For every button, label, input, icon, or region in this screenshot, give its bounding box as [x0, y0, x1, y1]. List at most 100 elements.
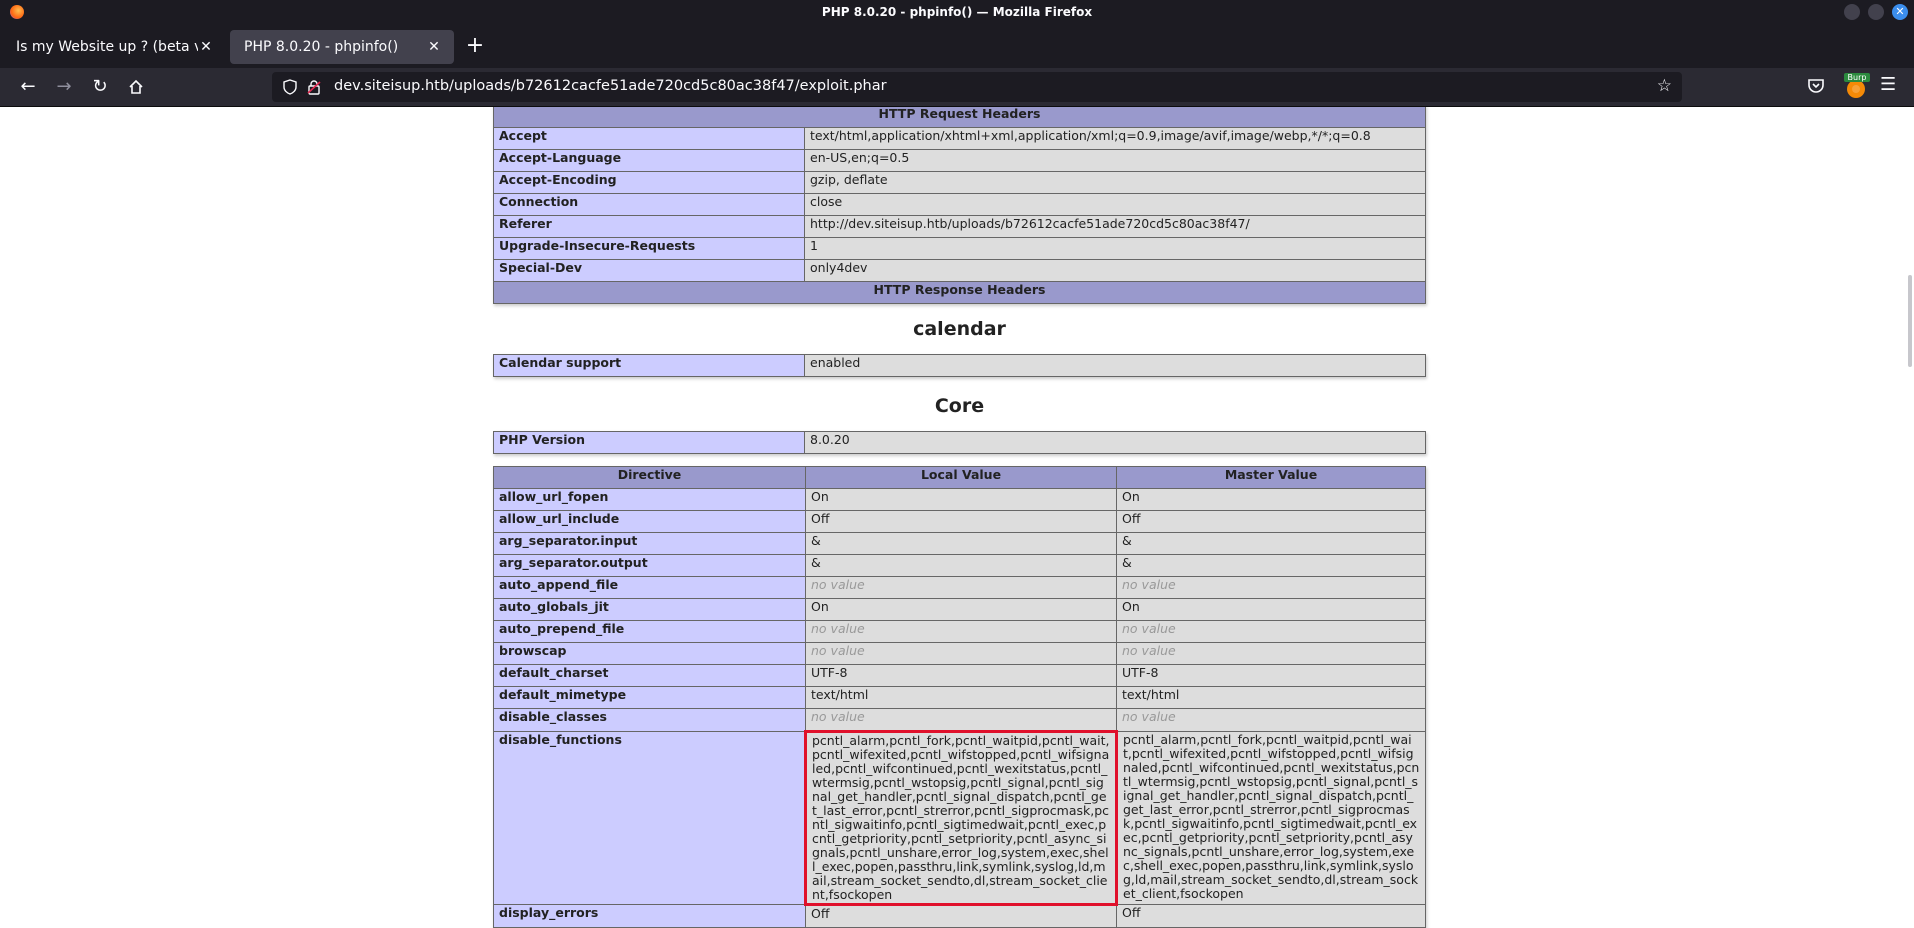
page-content: HTTP Request Headers Accept text/html,app… — [0, 107, 1914, 928]
directive-master-value: UTF-8 — [1116, 664, 1426, 687]
local-value-text: & — [811, 533, 821, 548]
core-heading: Core — [934, 395, 985, 417]
request-header-value: text/html,application/xhtml+xml,applicat… — [804, 127, 1426, 150]
local-value-text: UTF-8 — [811, 665, 848, 680]
directive-master-value: On — [1116, 488, 1426, 511]
home-icon[interactable] — [122, 74, 150, 100]
window-close-icon[interactable]: ✕ — [1892, 4, 1908, 20]
directive-key: auto_prepend_file — [493, 620, 806, 643]
local-value-text: text/html — [811, 687, 869, 702]
directive-key: default_charset — [493, 664, 806, 687]
local-value-text: no value — [811, 577, 865, 592]
directive-local-value: text/html — [805, 686, 1117, 709]
bookmark-star-icon[interactable]: ☆ — [1657, 76, 1672, 96]
address-bar[interactable]: dev.siteisup.htb/uploads/b72612cacfe51ad… — [272, 72, 1682, 102]
local-value-text: On — [811, 599, 829, 614]
tab-label: Is my Website up ? (beta version) — [16, 39, 198, 55]
directive-row-disable-classes: disable_classes no value no value — [493, 708, 1426, 732]
burp-extension-icon[interactable]: Burp — [1844, 73, 1870, 99]
directive-local-value: On — [805, 598, 1117, 621]
reload-icon[interactable]: ↻ — [86, 74, 114, 100]
hamburger-menu-icon[interactable]: ☰ — [1880, 74, 1896, 95]
master-value-text: no value — [1122, 621, 1176, 636]
master-value-text: pcntl_alarm,pcntl_fork,pcntl_waitpid,pcn… — [1123, 732, 1420, 901]
request-headers-table: HTTP Request Headers Accept text/html,app… — [493, 107, 1426, 304]
directive-key: disable_functions — [493, 731, 806, 905]
request-header-value: http://dev.siteisup.htb/uploads/b72612ca… — [804, 215, 1426, 238]
master-value-text: Off — [1122, 511, 1141, 526]
phpinfo-page: HTTP Request Headers Accept text/html,app… — [493, 107, 1426, 928]
scrollbar-thumb[interactable] — [1908, 275, 1912, 367]
master-value-text: On — [1122, 489, 1140, 504]
request-header-value: only4dev — [804, 259, 1426, 282]
request-header-row: Accept text/html,application/xhtml+xml,ap… — [493, 127, 1426, 150]
directive-master-value: On — [1116, 598, 1426, 621]
local-value-text: Off — [811, 511, 830, 526]
forward-arrow-icon[interactable]: → — [50, 74, 78, 100]
request-header-row: Connection close — [493, 193, 1426, 216]
directive-local-value: UTF-8 — [805, 664, 1117, 687]
window-title: PHP 8.0.20 - phpinfo() — Mozilla Firefox — [821, 5, 1093, 19]
directive-local-value: no value — [805, 708, 1117, 732]
directive-row-auto-globals-jit: auto_globals_jit On On — [493, 598, 1426, 621]
directive-row-disable-functions: disable_functions pcntl_alarm,pcntl_fork,… — [493, 730, 1426, 906]
master-value-text: text/html — [1122, 687, 1180, 702]
directive-master-value: & — [1116, 532, 1426, 555]
directive-local-value: On — [805, 488, 1117, 511]
directive-key: browscap — [493, 642, 806, 665]
request-header-row: Accept-Encoding gzip, deflate — [493, 171, 1426, 194]
local-value-text: Off — [811, 906, 830, 921]
tab-phpinfo[interactable]: PHP 8.0.20 - phpinfo() ✕ — [230, 30, 454, 64]
tab-close-icon[interactable]: ✕ — [198, 39, 214, 55]
response-headers-title: HTTP Response Headers — [493, 281, 1426, 304]
url-text[interactable]: dev.siteisup.htb/uploads/b72612cacfe51ad… — [334, 78, 887, 94]
master-value-text: On — [1122, 599, 1140, 614]
directive-master-value: no value — [1116, 620, 1426, 643]
minimize-icon[interactable] — [1844, 4, 1860, 20]
directive-master-value: no value — [1116, 642, 1426, 665]
insecure-lock-icon[interactable] — [306, 79, 322, 95]
master-value-text: no value — [1122, 643, 1176, 658]
directive-key: arg_separator.output — [493, 554, 806, 577]
tab-close-icon[interactable]: ✕ — [426, 39, 442, 55]
col-directive: Directive — [493, 466, 806, 489]
tab-strip: Is my Website up ? (beta version) ✕ PHP … — [0, 24, 1914, 68]
directive-row-arg-separator-output: arg_separator.output & & — [493, 554, 1426, 577]
directive-row-default-charset: default_charset UTF-8 UTF-8 — [493, 664, 1426, 687]
tab-label: PHP 8.0.20 - phpinfo() — [244, 39, 399, 55]
core-directives-table: Directive Local Value Master Value allow… — [493, 466, 1426, 928]
directive-key: allow_url_include — [493, 510, 806, 533]
request-header-key: Connection — [493, 193, 805, 216]
directive-row-display-errors: display_errors Off Off — [493, 904, 1426, 928]
request-header-value: 1 — [804, 237, 1426, 260]
local-value-text: no value — [811, 643, 865, 658]
maximize-icon[interactable] — [1868, 4, 1884, 20]
master-value-text: Off — [1122, 905, 1141, 920]
tab-is-my-website-up[interactable]: Is my Website up ? (beta version) ✕ — [2, 30, 226, 64]
directive-master-value: text/html — [1116, 686, 1426, 709]
page-scrollbar[interactable] — [1904, 107, 1914, 928]
request-header-value: gzip, deflate — [804, 171, 1426, 194]
php-version-key: PHP Version — [493, 431, 805, 454]
new-tab-icon[interactable]: + — [462, 34, 488, 60]
calendar-support-key: Calendar support — [493, 354, 805, 377]
tracking-shield-icon[interactable] — [282, 79, 298, 95]
request-header-key: Accept — [493, 127, 805, 150]
directive-local-value: no value — [805, 642, 1117, 665]
calendar-support-value: enabled — [804, 354, 1426, 377]
col-local-value: Local Value — [805, 466, 1117, 489]
request-header-row: Referer http://dev.siteisup.htb/uploads/b… — [493, 215, 1426, 238]
php-version-value: 8.0.20 — [804, 431, 1426, 454]
master-value-text: UTF-8 — [1122, 665, 1159, 680]
directive-master-value: no value — [1116, 708, 1426, 732]
local-value-text: On — [811, 489, 829, 504]
pocket-icon[interactable] — [1806, 76, 1826, 96]
directive-key: allow_url_fopen — [493, 488, 806, 511]
local-value-text: pcntl_alarm,pcntl_fork,pcntl_waitpid,pcn… — [812, 733, 1110, 902]
directive-key: auto_globals_jit — [493, 598, 806, 621]
directive-row-default-mimetype: default_mimetype text/html text/html — [493, 686, 1426, 709]
directive-master-value: & — [1116, 554, 1426, 577]
back-arrow-icon[interactable]: ← — [14, 74, 42, 100]
request-header-key: Upgrade-Insecure-Requests — [493, 237, 805, 260]
master-value-text: no value — [1122, 709, 1176, 724]
